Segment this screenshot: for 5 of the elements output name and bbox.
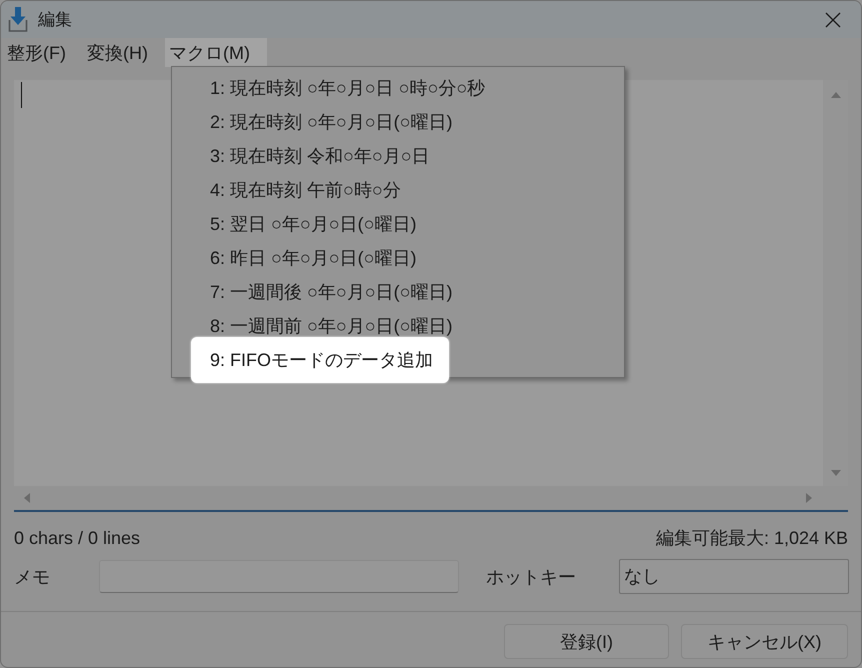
char-count: 0 chars / 0 lines (14, 527, 140, 549)
memo-label: メモ (14, 566, 51, 588)
size-limit: 編集可能最大: 1,024 KB (656, 527, 848, 549)
hotkey-label: ホットキー (486, 566, 577, 588)
window-title: 編集 (38, 9, 72, 31)
